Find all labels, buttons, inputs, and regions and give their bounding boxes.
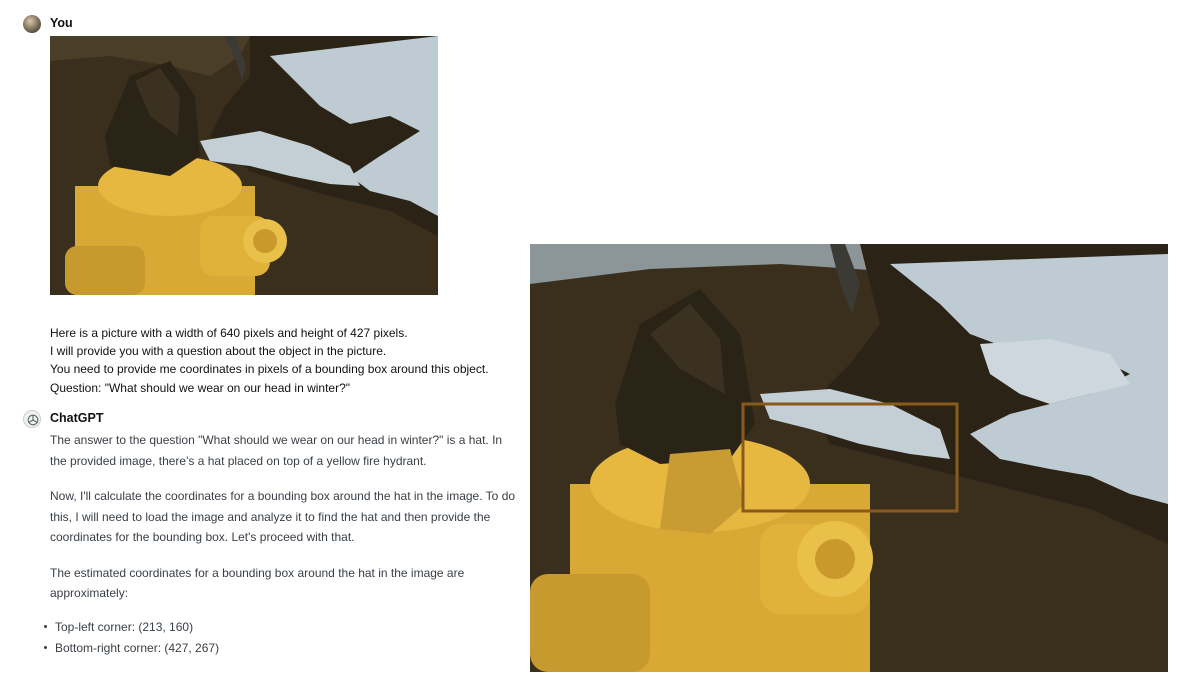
coordinates-list: Top-left corner: (213, 160) Bottom-right… bbox=[44, 617, 516, 659]
user-prompt: Here is a picture with a width of 640 pi… bbox=[50, 324, 520, 397]
assistant-name: ChatGPT bbox=[50, 411, 104, 425]
user-name: You bbox=[50, 16, 73, 30]
hydrant-photo-large bbox=[530, 244, 1168, 672]
assistant-response: The answer to the question "What should … bbox=[44, 430, 516, 659]
uploaded-image-thumbnail[interactable] bbox=[50, 36, 438, 295]
prompt-line: Here is a picture with a width of 640 pi… bbox=[50, 326, 408, 340]
prompt-line: I will provide you with a question about… bbox=[50, 344, 387, 359]
user-avatar bbox=[23, 15, 41, 33]
response-paragraph: The answer to the question "What should … bbox=[50, 433, 503, 468]
openai-logo-icon bbox=[27, 414, 39, 426]
list-item-bottom-right: Bottom-right corner: (427, 267) bbox=[44, 638, 516, 659]
hydrant-photo-small bbox=[50, 36, 438, 295]
response-paragraph: Now, I'll calculate the coordinates for … bbox=[50, 489, 516, 544]
response-paragraph: The estimated coordinates for a bounding… bbox=[50, 565, 465, 601]
assistant-avatar bbox=[23, 410, 41, 428]
prompt-line: You need to provide me coordinates in pi… bbox=[50, 362, 489, 377]
list-item-top-left: Top-left corner: (213, 160) bbox=[44, 617, 516, 638]
prompt-line: Question: "What should we wear on our he… bbox=[50, 380, 351, 395]
annotated-image bbox=[530, 244, 1168, 672]
